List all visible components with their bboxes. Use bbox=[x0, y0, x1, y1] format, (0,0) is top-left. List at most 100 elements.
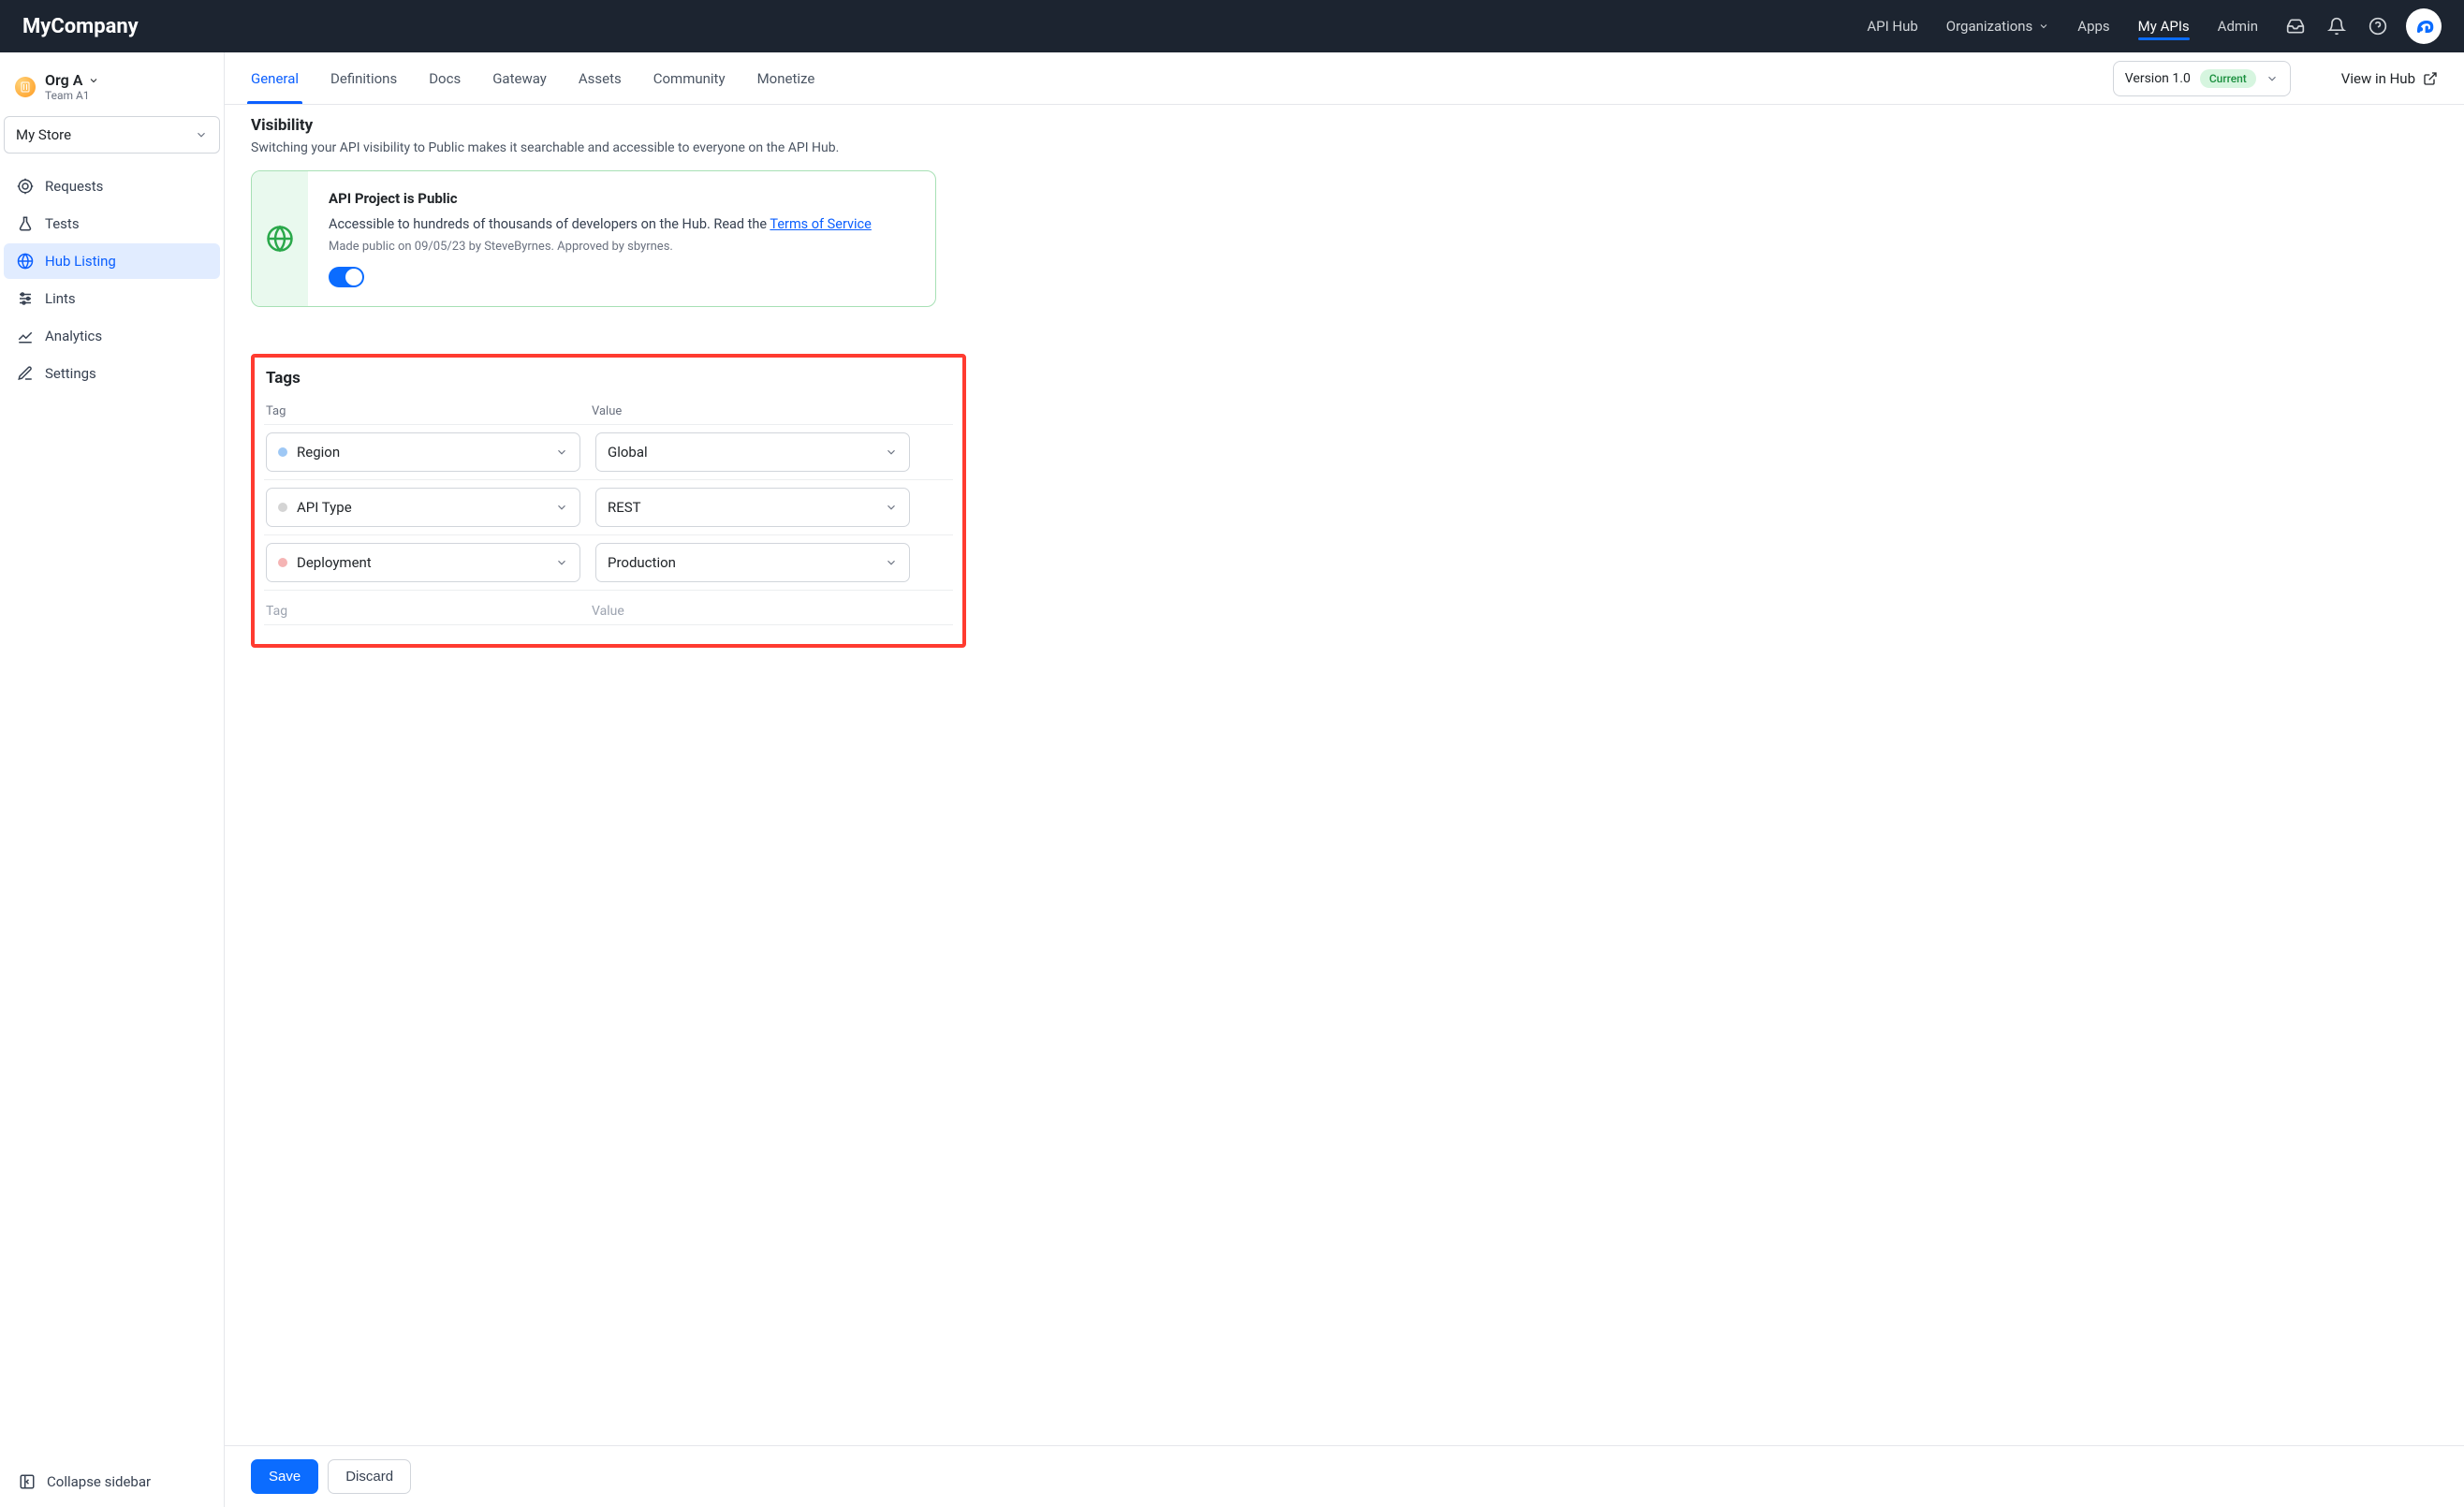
tag-label: API Type bbox=[297, 499, 352, 516]
chevron-down-icon bbox=[885, 446, 898, 459]
sidebar: Org A Team A1 My Store Requests Tests Hub … bbox=[0, 52, 225, 1507]
store-selector[interactable]: My Store bbox=[4, 116, 220, 154]
tags-header: Tag Value bbox=[264, 404, 953, 425]
globe-icon bbox=[17, 253, 34, 270]
footer-bar: Save Discard bbox=[225, 1445, 2464, 1507]
tag-row: API Type REST bbox=[264, 480, 953, 535]
bell-icon[interactable] bbox=[2327, 17, 2346, 36]
topnav-link-api-hub[interactable]: API Hub bbox=[1867, 1, 1917, 51]
visibility-title: Visibility bbox=[251, 116, 2438, 135]
chevron-down-icon bbox=[88, 75, 99, 86]
sidebar-item-label: Settings bbox=[45, 365, 96, 382]
tags-title: Tags bbox=[266, 369, 953, 388]
chevron-down-icon bbox=[555, 501, 568, 514]
target-icon bbox=[17, 178, 34, 195]
store-label: My Store bbox=[16, 126, 71, 143]
chevron-down-icon bbox=[2038, 21, 2049, 32]
chevron-down-icon bbox=[2266, 72, 2279, 85]
top-nav: MyCompany API Hub Organizations Apps My API… bbox=[0, 0, 2464, 52]
value-label: Production bbox=[608, 554, 676, 571]
sidebar-item-requests[interactable]: Requests bbox=[4, 168, 220, 204]
value-select[interactable]: REST bbox=[595, 488, 910, 527]
tab-community[interactable]: Community bbox=[653, 53, 726, 104]
org-switcher[interactable]: Org A Team A1 bbox=[4, 67, 220, 116]
current-badge: Current bbox=[2200, 69, 2256, 88]
value-label: Global bbox=[608, 444, 648, 461]
tab-monetize[interactable]: Monetize bbox=[757, 53, 815, 104]
value-placeholder: Value bbox=[592, 604, 951, 619]
chevron-down-icon bbox=[885, 556, 898, 569]
chevron-down-icon bbox=[195, 128, 208, 141]
org-avatar-icon bbox=[15, 77, 36, 97]
topnav-link-apps[interactable]: Apps bbox=[2077, 1, 2109, 51]
topnav-link-organizations[interactable]: Organizations bbox=[1946, 1, 2050, 51]
tab-docs[interactable]: Docs bbox=[429, 53, 461, 104]
topnav-link-admin[interactable]: Admin bbox=[2218, 1, 2258, 51]
tags-placeholder-row[interactable]: Tag Value bbox=[264, 591, 953, 625]
user-avatar[interactable] bbox=[2406, 8, 2442, 44]
sidebar-item-hub-listing[interactable]: Hub Listing bbox=[4, 243, 220, 279]
tags-header-value: Value bbox=[592, 404, 951, 418]
avatar-glyph-icon bbox=[2412, 14, 2436, 38]
collapse-icon bbox=[19, 1473, 36, 1490]
tab-bar: General Definitions Docs Gateway Assets Commu… bbox=[225, 52, 2464, 105]
chevron-down-icon bbox=[885, 501, 898, 514]
visibility-meta: Made public on 09/05/23 by SteveByrnes. … bbox=[329, 240, 915, 254]
tab-assets[interactable]: Assets bbox=[579, 53, 622, 104]
sidebar-item-tests[interactable]: Tests bbox=[4, 206, 220, 241]
version-selector[interactable]: Version 1.0 Current bbox=[2113, 61, 2291, 96]
chart-icon bbox=[17, 328, 34, 344]
chevron-down-icon bbox=[555, 556, 568, 569]
topnav-items: API Hub Organizations Apps My APIs Admin bbox=[1867, 1, 2258, 51]
brand-logo: MyCompany bbox=[22, 15, 139, 38]
chevron-down-icon bbox=[555, 446, 568, 459]
tag-row: Region Global bbox=[264, 425, 953, 480]
tag-color-dot bbox=[278, 503, 287, 512]
inbox-icon[interactable] bbox=[2286, 17, 2305, 36]
version-label: Version 1.0 bbox=[2125, 71, 2191, 86]
view-in-hub-link[interactable]: View in Hub bbox=[2341, 70, 2438, 87]
sidebar-item-settings[interactable]: Settings bbox=[4, 356, 220, 391]
sidebar-item-label: Hub Listing bbox=[45, 253, 116, 270]
tag-label: Region bbox=[297, 444, 340, 461]
value-label: REST bbox=[608, 499, 641, 516]
tag-select[interactable]: Region bbox=[266, 432, 580, 472]
tab-gateway[interactable]: Gateway bbox=[492, 53, 547, 104]
tag-color-dot bbox=[278, 447, 287, 457]
tab-definitions[interactable]: Definitions bbox=[330, 53, 397, 104]
view-in-hub-label: View in Hub bbox=[2341, 70, 2415, 87]
save-button[interactable]: Save bbox=[251, 1459, 318, 1494]
topnav-icons bbox=[2286, 17, 2387, 36]
collapse-sidebar-button[interactable]: Collapse sidebar bbox=[4, 1460, 220, 1503]
tab-general[interactable]: General bbox=[251, 53, 299, 104]
toggle-knob bbox=[345, 269, 362, 285]
sliders-icon bbox=[17, 290, 34, 307]
content-scroll: Visibility Switching your API visibility… bbox=[225, 105, 2464, 1445]
sidebar-item-lints[interactable]: Lints bbox=[4, 281, 220, 316]
sidebar-list: Requests Tests Hub Listing Lints Analytics Se… bbox=[4, 168, 220, 391]
topnav-link-my-apis[interactable]: My APIs bbox=[2138, 1, 2190, 51]
visibility-card-text: Accessible to hundreds of thousands of d… bbox=[329, 216, 915, 232]
main-area: General Definitions Docs Gateway Assets Commu… bbox=[225, 52, 2464, 1507]
sidebar-item-analytics[interactable]: Analytics bbox=[4, 318, 220, 354]
tag-select[interactable]: API Type bbox=[266, 488, 580, 527]
tag-color-dot bbox=[278, 558, 287, 567]
value-select[interactable]: Production bbox=[595, 543, 910, 582]
value-select[interactable]: Global bbox=[595, 432, 910, 472]
org-name: Org A bbox=[45, 71, 82, 89]
visibility-toggle[interactable] bbox=[329, 267, 364, 287]
help-icon[interactable] bbox=[2369, 17, 2387, 36]
tags-header-tag: Tag bbox=[266, 404, 592, 418]
discard-button[interactable]: Discard bbox=[328, 1459, 411, 1494]
terms-of-service-link[interactable]: Terms of Service bbox=[770, 216, 871, 232]
sidebar-item-label: Requests bbox=[45, 178, 103, 195]
visibility-card: API Project is Public Accessible to hund… bbox=[251, 170, 936, 307]
pencil-icon bbox=[17, 365, 34, 382]
sidebar-item-label: Analytics bbox=[45, 328, 102, 344]
visibility-status-stripe bbox=[252, 171, 308, 306]
globe-icon bbox=[266, 225, 294, 253]
sidebar-item-label: Lints bbox=[45, 290, 76, 307]
sidebar-item-label: Tests bbox=[45, 215, 80, 232]
collapse-label: Collapse sidebar bbox=[47, 1473, 151, 1490]
tag-select[interactable]: Deployment bbox=[266, 543, 580, 582]
